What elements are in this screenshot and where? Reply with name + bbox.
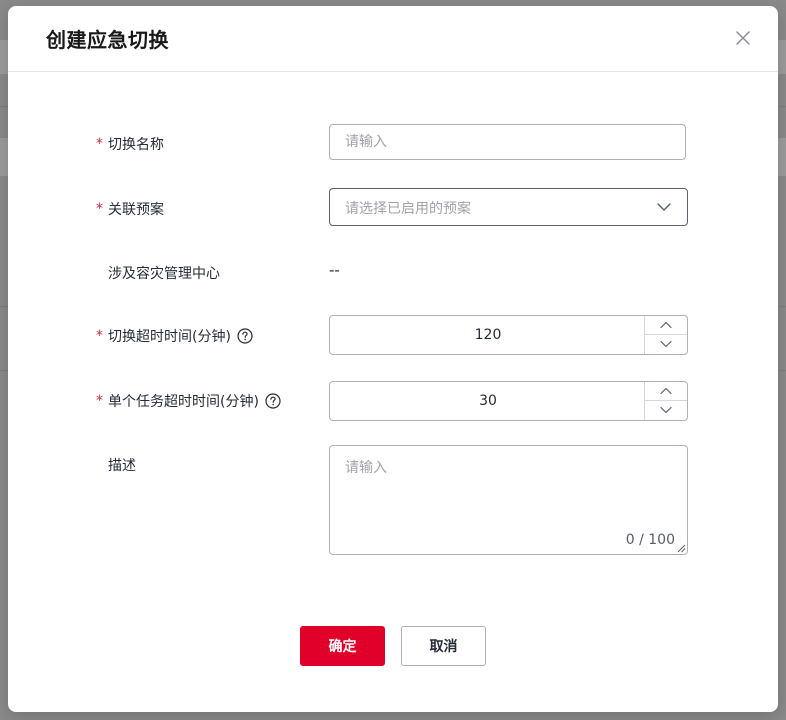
task-timeout-label: * 单个任务超时时间(分钟) xyxy=(96,391,281,411)
description-label-text: 描述 xyxy=(108,458,136,474)
form-row-switch-timeout: * 切换超时时间(分钟) 120 xyxy=(8,315,778,355)
switch-name-label-text: 切换名称 xyxy=(108,137,164,153)
resize-handle-icon[interactable] xyxy=(676,543,686,553)
dialog-title: 创建应急切换 xyxy=(46,28,169,52)
required-mark: * xyxy=(96,328,103,344)
switch-timeout-label-text: 切换超时时间(分钟) xyxy=(108,329,231,345)
chevron-down-icon xyxy=(660,406,672,414)
form-row-description: 描述 请输入 0 / 100 xyxy=(8,445,778,555)
char-count: 0 / 100 xyxy=(625,532,675,548)
chevron-up-icon xyxy=(660,387,672,395)
switch-name-input[interactable] xyxy=(329,124,686,160)
question-circle-icon xyxy=(265,393,281,409)
dialog-header: 创建应急切换 xyxy=(8,6,778,72)
confirm-button[interactable]: 确定 xyxy=(300,626,385,666)
description-textarea[interactable]: 请输入 0 / 100 xyxy=(329,445,688,555)
cancel-button[interactable]: 取消 xyxy=(401,626,486,666)
description-placeholder: 请输入 xyxy=(345,460,387,476)
switch-timeout-value[interactable]: 120 xyxy=(330,316,646,354)
form-row-task-timeout: * 单个任务超时时间(分钟) 30 xyxy=(8,381,778,421)
related-plan-label-text: 关联预案 xyxy=(108,202,164,218)
increment-button[interactable] xyxy=(645,316,687,335)
task-timeout-label-text: 单个任务超时时间(分钟) xyxy=(108,394,259,410)
create-emergency-switch-dialog: 创建应急切换 * 切换名称 * 关联预案 请选择已启用的预案 xyxy=(8,6,778,712)
help-icon[interactable] xyxy=(237,328,253,344)
description-label: 描述 xyxy=(96,455,136,475)
question-circle-icon xyxy=(237,328,253,344)
form-row-switch-name: * 切换名称 xyxy=(8,124,778,162)
task-timeout-number-input[interactable]: 30 xyxy=(329,381,688,421)
form-row-related-plan: * 关联预案 请选择已启用的预案 xyxy=(8,188,778,226)
task-timeout-value[interactable]: 30 xyxy=(330,382,646,420)
switch-timeout-number-input[interactable]: 120 xyxy=(329,315,688,355)
required-mark: * xyxy=(96,201,103,217)
close-icon xyxy=(736,31,750,45)
required-mark: * xyxy=(96,393,103,409)
dr-center-label-text: 涉及容灾管理中心 xyxy=(108,266,220,282)
related-plan-select[interactable]: 请选择已启用的预案 xyxy=(329,188,688,226)
decrement-button[interactable] xyxy=(645,401,687,420)
decrement-button[interactable] xyxy=(645,335,687,354)
close-button[interactable] xyxy=(732,27,754,49)
form-row-dr-center: 涉及容灾管理中心 -- xyxy=(8,261,778,285)
switch-timeout-stepper xyxy=(644,316,687,354)
chevron-down-icon xyxy=(660,340,672,348)
task-timeout-stepper xyxy=(644,382,687,420)
switch-timeout-label: * 切换超时时间(分钟) xyxy=(96,326,253,346)
help-icon[interactable] xyxy=(265,393,281,409)
dr-center-value: -- xyxy=(329,261,340,279)
chevron-down-icon xyxy=(657,203,671,211)
related-plan-label: * 关联预案 xyxy=(96,199,164,219)
required-mark: * xyxy=(96,136,103,152)
dr-center-label: 涉及容灾管理中心 xyxy=(96,263,220,283)
related-plan-select-placeholder: 请选择已启用的预案 xyxy=(345,201,471,217)
increment-button[interactable] xyxy=(645,382,687,401)
chevron-up-icon xyxy=(660,321,672,329)
switch-name-label: * 切换名称 xyxy=(96,134,164,154)
